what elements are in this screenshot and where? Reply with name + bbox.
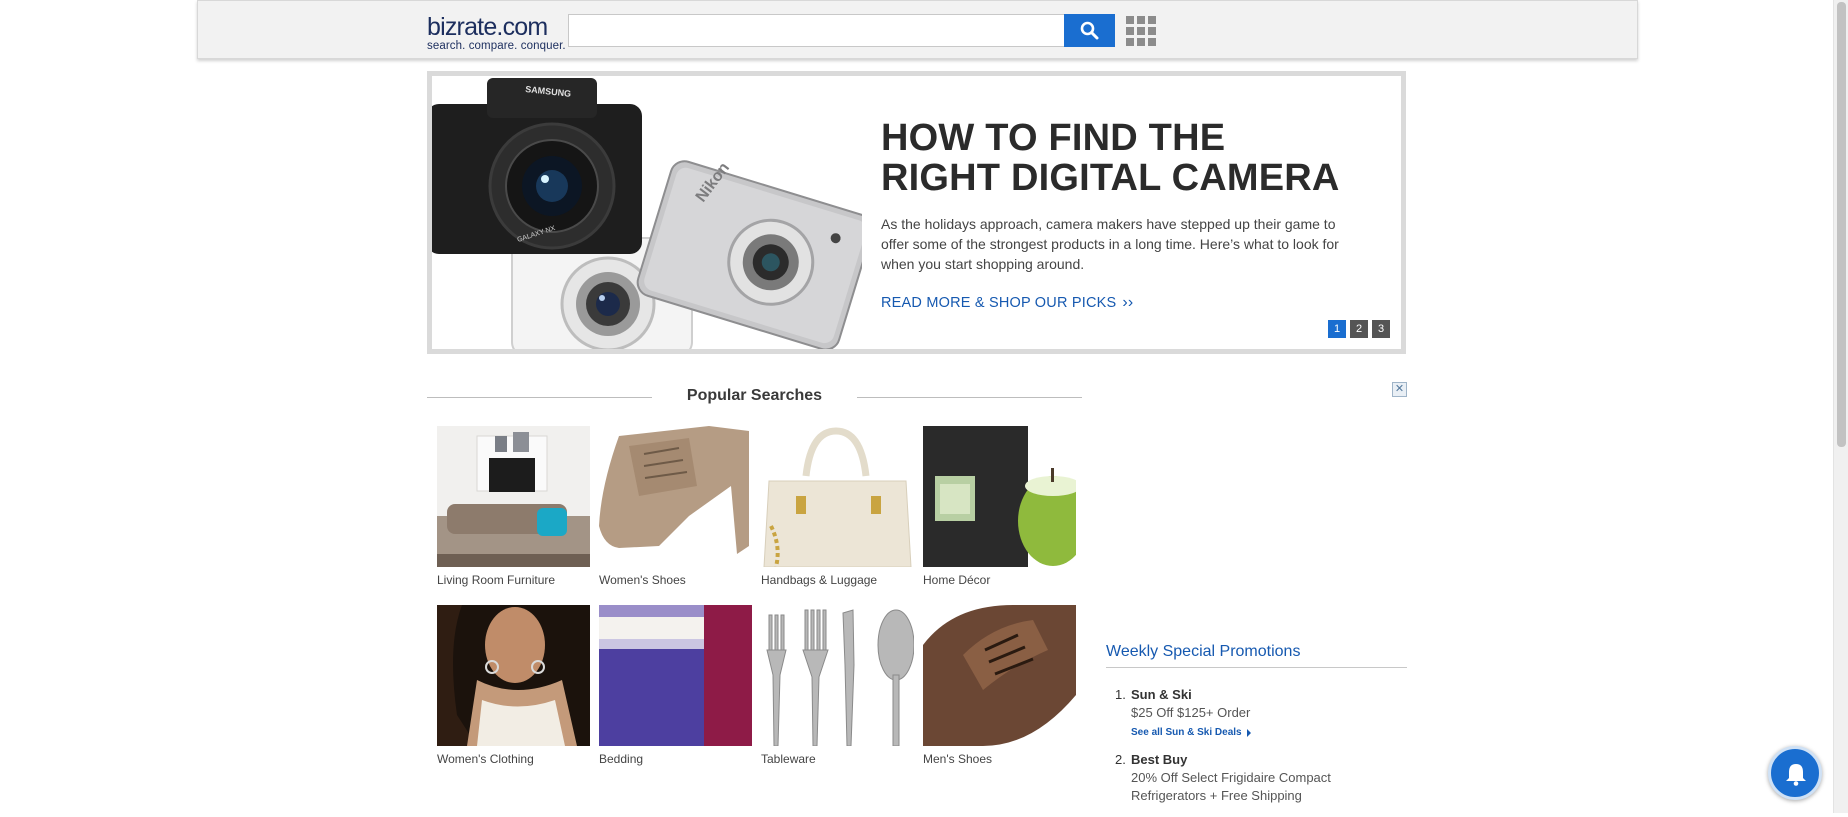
hero-description: As the holidays approach, camera makers …	[881, 216, 1339, 272]
logo-tagline: search. compare. conquer.	[427, 40, 566, 52]
hero-title-line1: HOW TO FIND THE	[881, 117, 1226, 159]
tile-image	[923, 426, 1076, 567]
chevron-right-icon: ››	[1122, 294, 1134, 311]
tile-womens-shoes[interactable]: Women's Shoes	[599, 426, 752, 587]
tile-handbags-luggage[interactable]: Handbags & Luggage	[761, 426, 914, 587]
tile-tableware[interactable]: Tableware	[761, 605, 914, 766]
bell-icon	[1786, 764, 1806, 786]
read-more-link[interactable]: READ MORE & SHOP OUR PICKS ››	[881, 294, 1133, 312]
tile-living-room-furniture[interactable]: Living Room Furniture	[437, 426, 590, 587]
magnifier-icon	[1080, 21, 1099, 40]
tile-image	[437, 426, 590, 567]
tile-label: Living Room Furniture	[437, 573, 556, 587]
promotion-number: 2.	[1115, 752, 1126, 767]
promotion-store[interactable]: Best Buy	[1131, 752, 1405, 767]
read-more-label: READ MORE & SHOP OUR PICKS	[881, 295, 1117, 311]
tile-label: Women's Clothing	[437, 752, 534, 766]
tile-mens-shoes[interactable]: Men's Shoes	[923, 605, 1076, 766]
promotion-item: 2. Best Buy 20% Off Select Frigidaire Co…	[1115, 752, 1405, 805]
hero-title-line2: RIGHT DIGITAL CAMERA	[881, 157, 1340, 199]
close-icon[interactable]: ✕	[1392, 382, 1407, 397]
apps-grid-icon[interactable]	[1126, 16, 1156, 46]
promotion-item: 1. Sun & Ski $25 Off $125+ Order See all…	[1115, 687, 1405, 740]
tile-image	[923, 605, 1076, 746]
popular-searches-title: Popular Searches	[686, 387, 823, 404]
tile-image	[761, 605, 914, 746]
promotion-offer[interactable]: 20% Off Select Frigidaire Compact Refrig…	[1131, 769, 1405, 805]
tile-home-decor[interactable]: Home Décor	[923, 426, 1076, 587]
promotion-store[interactable]: Sun & Ski	[1131, 687, 1405, 702]
cameras-illustration: Nikon SAMSUNG GALAXY NX	[432, 78, 862, 349]
hero-title: HOW TO FIND THE RIGHT DIGITAL CAMERA	[881, 118, 1340, 198]
tile-label: Handbags & Luggage	[761, 573, 878, 587]
vertical-scrollbar[interactable]	[1833, 0, 1848, 813]
search-button[interactable]	[1064, 14, 1115, 47]
tile-label: Men's Shoes	[923, 752, 992, 766]
scrollbar-thumb[interactable]	[1837, 2, 1846, 447]
tile-image	[599, 605, 752, 746]
promotion-offer[interactable]: $25 Off $125+ Order	[1131, 704, 1405, 722]
hero-pager: 1 2 3	[1328, 320, 1390, 338]
search-input[interactable]	[568, 14, 1065, 47]
pager-button-3[interactable]: 3	[1372, 320, 1390, 338]
promotions-list: 1. Sun & Ski $25 Off $125+ Order See all…	[1115, 687, 1405, 817]
tile-label: Tableware	[761, 752, 816, 766]
promotion-number: 1.	[1115, 687, 1126, 702]
weekly-promotions-title: Weekly Special Promotions	[1106, 643, 1407, 668]
tile-womens-clothing[interactable]: Women's Clothing	[437, 605, 590, 766]
tile-label: Women's Shoes	[599, 573, 686, 587]
see-all-deals-label: See all Sun & Ski Deals	[1131, 727, 1242, 738]
black-camera-image: SAMSUNG GALAXY NX	[432, 78, 642, 254]
divider	[857, 397, 1082, 398]
tile-bedding[interactable]: Bedding	[599, 605, 752, 766]
tile-label: Bedding	[599, 752, 644, 766]
pager-button-2[interactable]: 2	[1350, 320, 1368, 338]
ad-slot[interactable]	[1106, 384, 1406, 634]
caret-right-icon	[1246, 728, 1251, 737]
logo-brand: bizrate.com	[427, 13, 548, 41]
notification-bell-button[interactable]	[1768, 746, 1822, 800]
bizrate-logo[interactable]: bizrate.com search. compare. conquer.	[427, 14, 567, 54]
hero-banner[interactable]: Nikon SAMSUNG GALAXY NX HOW TO FIND THE …	[427, 71, 1406, 354]
tile-image	[437, 605, 590, 746]
pager-button-1[interactable]: 1	[1328, 320, 1346, 338]
popular-searches-header: Popular Searches	[427, 385, 1082, 409]
tile-image	[599, 426, 752, 567]
tile-label: Home Décor	[923, 573, 991, 587]
see-all-deals-link[interactable]: See all Sun & Ski Deals	[1131, 727, 1251, 738]
tile-image	[761, 426, 914, 567]
